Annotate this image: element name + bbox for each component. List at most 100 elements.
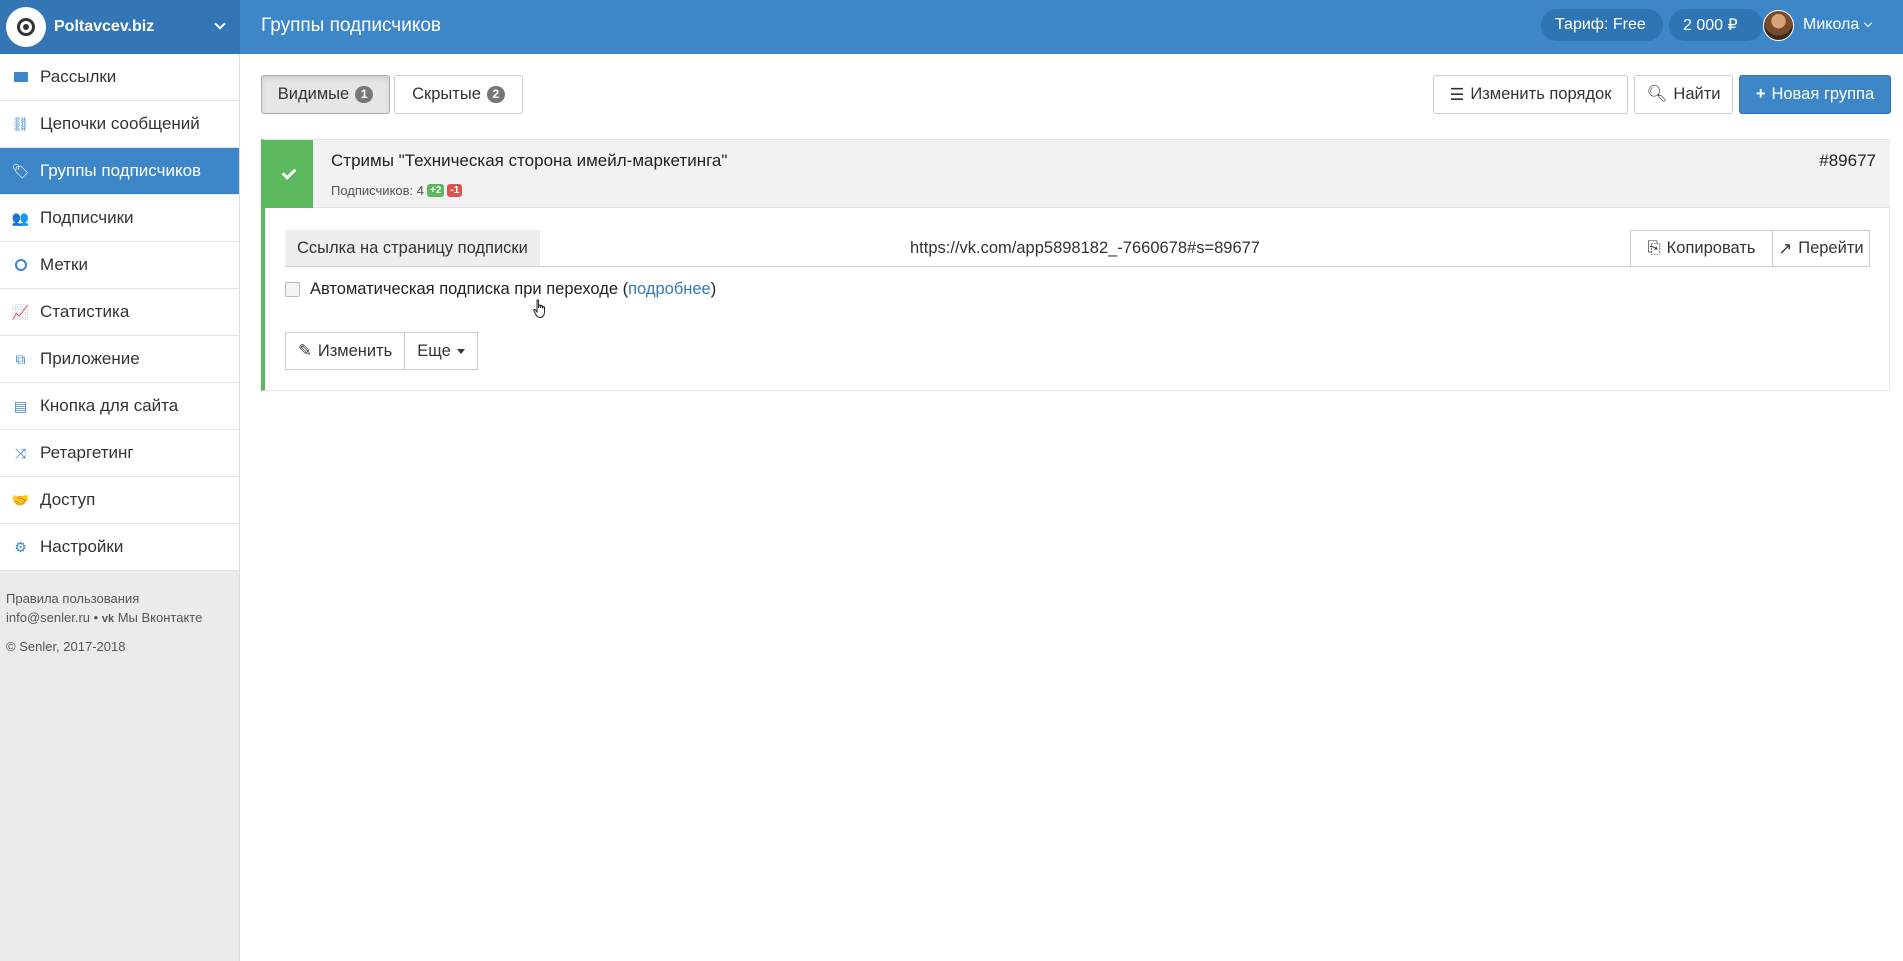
list-icon: ☰ xyxy=(1449,85,1465,104)
copy-button[interactable]: ⎘ Копировать xyxy=(1630,230,1773,267)
vk-icon: vk xyxy=(101,613,115,625)
tab-hidden[interactable]: Скрытые 2 xyxy=(394,75,523,114)
plus-icon: + xyxy=(1755,85,1766,103)
minus-badge: -1 xyxy=(447,184,463,197)
sidebar-item-label: Цепочки сообщений xyxy=(40,114,200,133)
sidebar-nav: Рассылки ⛓ Цепочки сообщений 🏷 Группы по… xyxy=(0,54,239,571)
auto-subscribe-row: Автоматическая подписка при переходе ( п… xyxy=(285,280,716,299)
count-badge: 1 xyxy=(355,86,374,103)
go-label: Перейти xyxy=(1798,239,1864,257)
sidebar-item-label: Ретаргетинг xyxy=(40,443,134,462)
check-icon xyxy=(265,140,313,208)
new-group-label: Новая группа xyxy=(1771,85,1875,103)
subscribers-count: Подписчиков: 4 +2 -1 xyxy=(331,183,463,198)
paren-close: ) xyxy=(710,280,717,298)
copyright: © Senler, 2017-2018 xyxy=(6,639,126,654)
sidebar-item-label: Доступ xyxy=(40,490,96,509)
chain-icon: ⛓ xyxy=(11,115,30,132)
sidebar-item-label: Настройки xyxy=(40,537,124,556)
user-menu[interactable]: Микола xyxy=(1763,9,1873,41)
shuffle-icon: ⤨ xyxy=(14,444,27,461)
sidebar-item-label: Подписчики xyxy=(40,208,134,227)
sidebar-item-groups[interactable]: 🏷 Группы подписчиков xyxy=(0,148,239,195)
cogs-icon: ⚙ xyxy=(14,538,27,555)
group-id: #89677 xyxy=(1819,151,1876,170)
tags-icon: 🏷 xyxy=(11,162,30,179)
tariff-badge[interactable]: Тариф: Free xyxy=(1541,9,1663,41)
sidebar-item-label: Метки xyxy=(40,255,88,274)
sidebar-item-tags[interactable]: Метки xyxy=(0,242,239,289)
group-card: Стримы "Техническая сторона имейл-маркет… xyxy=(261,139,1890,391)
copy-label: Копировать xyxy=(1666,239,1756,257)
cubes-icon: ⧉ xyxy=(15,350,26,367)
find-button[interactable]: 🔍︎ Найти xyxy=(1634,75,1733,114)
sidebar-footer: Правила пользования info@senler.ru • vk … xyxy=(0,571,239,674)
edit-button[interactable]: ✎ Изменить xyxy=(285,332,406,370)
details-link[interactable]: подробнее xyxy=(628,280,711,299)
sidebar: Рассылки ⛓ Цепочки сообщений 🏷 Группы по… xyxy=(0,54,240,961)
chevron-down-icon xyxy=(1863,18,1873,28)
go-button[interactable]: ↗ Перейти xyxy=(1772,230,1870,267)
new-group-button[interactable]: + Новая группа xyxy=(1739,75,1891,114)
brand-logo xyxy=(6,7,46,47)
sidebar-item-access[interactable]: 🤝 Доступ xyxy=(0,477,239,524)
users-icon: 👥 xyxy=(11,209,30,226)
sidebar-item-chains[interactable]: ⛓ Цепочки сообщений xyxy=(0,101,239,148)
find-label: Найти xyxy=(1673,85,1721,103)
reorder-label: Изменить порядок xyxy=(1470,85,1612,103)
pencil-icon: ✎ xyxy=(298,342,312,360)
top-bar: Poltavcev.biz Группы подписчиков Тариф: … xyxy=(0,0,1903,54)
sidebar-item-label: Группы подписчиков xyxy=(40,161,202,180)
handshake-icon: 🤝 xyxy=(11,491,30,508)
vk-link[interactable]: Мы Вконтакте xyxy=(118,610,203,625)
brand-name: Poltavcev.biz xyxy=(54,18,155,35)
user-name: Микола xyxy=(1803,16,1860,33)
caret-down-icon xyxy=(456,348,465,354)
plus-badge: +2 xyxy=(427,184,445,197)
link-label: Ссылка на страницу подписки xyxy=(285,230,540,266)
edit-label: Изменить xyxy=(317,341,393,360)
tab-label: Видимые xyxy=(277,85,350,103)
sidebar-item-label: Приложение xyxy=(40,349,140,368)
more-dropdown-button[interactable]: Еще xyxy=(405,332,478,370)
tab-label: Скрытые xyxy=(412,85,481,103)
chevron-down-icon xyxy=(214,18,226,30)
subscribe-link-input[interactable]: https://vk.com/app5898182_-7660678#s=896… xyxy=(540,230,1630,266)
group-actions: ✎ Изменить Еще xyxy=(285,332,478,370)
more-label: Еще xyxy=(417,341,451,360)
subscribe-link-row: Ссылка на страницу подписки https://vk.c… xyxy=(285,230,1870,267)
email-link[interactable]: info@senler.ru xyxy=(6,610,90,625)
hand-cursor-icon xyxy=(533,299,545,319)
count-badge: 2 xyxy=(486,86,505,103)
balance-badge[interactable]: 2 000 ₽ xyxy=(1669,9,1763,41)
terms-link[interactable]: Правила пользования xyxy=(6,589,233,608)
group-header[interactable]: Стримы "Техническая сторона имейл-маркет… xyxy=(265,140,1890,208)
group-title[interactable]: Стримы "Техническая сторона имейл-маркет… xyxy=(331,151,727,171)
sidebar-item-mailings[interactable]: Рассылки xyxy=(0,54,239,101)
sidebar-item-statistics[interactable]: 📈 Статистика xyxy=(0,289,239,336)
page-title: Группы подписчиков xyxy=(261,15,441,36)
separator-dot: • xyxy=(93,610,102,625)
search-icon: 🔍︎ xyxy=(1646,85,1668,103)
auto-subscribe-checkbox[interactable] xyxy=(285,282,300,297)
circle-icon xyxy=(12,257,29,274)
sidebar-item-app[interactable]: ⧉ Приложение xyxy=(0,336,239,383)
sidebar-item-retargeting[interactable]: ⤨ Ретаргетинг xyxy=(0,430,239,477)
subscribers-label: Подписчиков: 4 xyxy=(331,183,424,198)
envelope-icon xyxy=(12,69,29,86)
sidebar-item-settings[interactable]: ⚙ Настройки xyxy=(0,524,239,571)
sidebar-item-subscribers[interactable]: 👥 Подписчики xyxy=(0,195,239,242)
external-link-icon: ↗ xyxy=(1778,239,1793,258)
copy-icon: ⎘ xyxy=(1647,239,1661,257)
line-chart-icon: 📈 xyxy=(11,303,30,320)
sidebar-item-label: Кнопка для сайта xyxy=(40,396,179,415)
sidebar-item-site-button[interactable]: ▤ Кнопка для сайта xyxy=(0,383,239,430)
sidebar-item-label: Статистика xyxy=(40,302,130,321)
code-file-icon: ▤ xyxy=(13,397,28,414)
sidebar-item-label: Рассылки xyxy=(40,67,117,86)
reorder-button[interactable]: ☰ Изменить порядок xyxy=(1433,75,1628,114)
avatar xyxy=(1763,9,1794,41)
tab-visible[interactable]: Видимые 1 xyxy=(261,75,390,114)
brand-switcher[interactable]: Poltavcev.biz xyxy=(0,0,240,54)
auto-subscribe-label: Автоматическая подписка при переходе ( xyxy=(310,280,629,298)
